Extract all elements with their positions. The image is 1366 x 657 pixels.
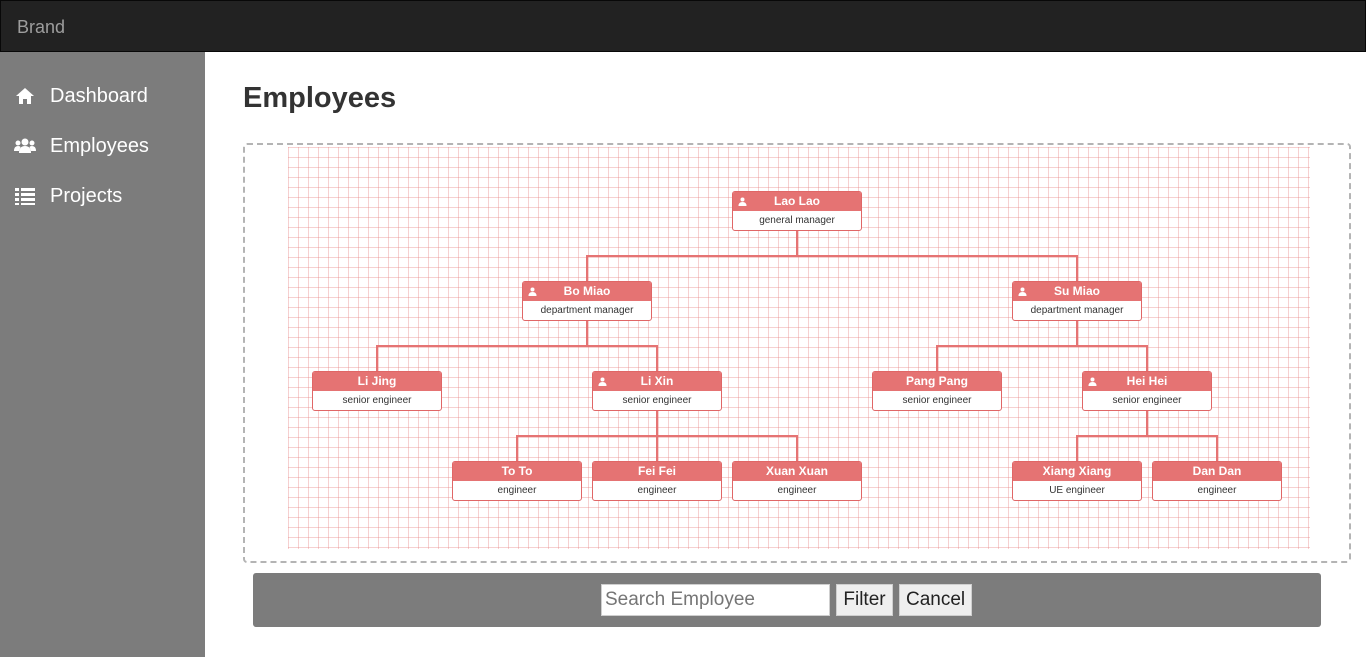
employee-name: Dan Dan — [1153, 462, 1281, 481]
filter-bar: Filter Cancel — [253, 573, 1321, 627]
employee-name: Li Xin — [593, 372, 721, 391]
employee-name: Li Jing — [313, 372, 441, 391]
home-icon — [16, 88, 34, 104]
employee-role: department manager — [1030, 305, 1124, 316]
employee-name: Hei Hei — [1083, 372, 1211, 391]
employee-role: senior engineer — [1112, 395, 1182, 406]
employee-name: Pang Pang — [873, 372, 1001, 391]
employee-role: engineer — [1197, 485, 1237, 496]
employee-node-to[interactable]: To To engineer — [452, 461, 582, 501]
person-icon — [1088, 377, 1097, 386]
employee-node-lao[interactable]: Lao Lao general manager — [732, 191, 862, 231]
page-title: Employees — [243, 82, 397, 114]
employee-name: Lao Lao — [733, 192, 861, 211]
employee-node-xiang[interactable]: Xiang Xiang UE engineer — [1012, 461, 1142, 501]
employee-name: Xiang Xiang — [1013, 462, 1141, 481]
employee-node-su[interactable]: Su Miao department manager — [1012, 281, 1142, 321]
employee-role: senior engineer — [342, 395, 412, 406]
top-navbar: Brand — [0, 0, 1366, 52]
person-icon — [1018, 287, 1027, 296]
employee-role: general manager — [759, 215, 835, 226]
employee-role: engineer — [777, 485, 817, 496]
person-icon — [598, 377, 607, 386]
person-icon — [738, 197, 747, 206]
person-icon — [528, 287, 537, 296]
employee-node-lij[interactable]: Li Jing senior engineer — [312, 371, 442, 411]
edge-bo-lix — [586, 321, 658, 371]
employee-name: Bo Miao — [523, 282, 651, 301]
users-icon — [14, 138, 36, 153]
employee-node-xuan[interactable]: Xuan Xuan engineer — [732, 461, 862, 501]
employee-node-fei[interactable]: Fei Fei engineer — [592, 461, 722, 501]
employee-node-lix[interactable]: Li Xin senior engineer — [592, 371, 722, 411]
org-chart-container: Lao Lao general manager Bo Miao department … — [243, 143, 1351, 563]
edge-lao-bo — [586, 231, 798, 281]
sidebar-item-projects[interactable]: Projects — [0, 176, 205, 216]
employee-role: engineer — [637, 485, 677, 496]
list-icon — [15, 188, 35, 205]
employee-name: To To — [453, 462, 581, 481]
edge-lao-su — [796, 231, 1078, 281]
edge-su-hei — [1076, 321, 1148, 371]
employee-node-pang[interactable]: Pang Pang senior engineer — [872, 371, 1002, 411]
edge-bo-lij — [376, 321, 588, 371]
employee-role: UE engineer — [1049, 485, 1105, 496]
employee-role: engineer — [497, 485, 537, 496]
employee-name: Fei Fei — [593, 462, 721, 481]
edge-su-pang — [936, 321, 1078, 371]
employee-name: Xuan Xuan — [733, 462, 861, 481]
edge-lix-to — [516, 411, 658, 461]
sidebar-item-employees[interactable]: Employees — [0, 126, 205, 166]
sidebar-item-dashboard[interactable]: Dashboard — [0, 76, 205, 116]
sidebar-item-label: Dashboard — [50, 85, 148, 107]
employee-node-dan[interactable]: Dan Dan engineer — [1152, 461, 1282, 501]
search-employee-input[interactable] — [601, 584, 830, 616]
edge-hei-xiang — [1076, 411, 1148, 461]
employee-role: senior engineer — [902, 395, 972, 406]
edge-lix-xuan — [656, 411, 798, 461]
employee-name: Su Miao — [1013, 282, 1141, 301]
sidebar-item-label: Projects — [50, 185, 123, 207]
cancel-button[interactable]: Cancel — [899, 584, 972, 616]
employee-node-bo[interactable]: Bo Miao department manager — [522, 281, 652, 321]
employee-role: senior engineer — [622, 395, 692, 406]
filter-button[interactable]: Filter — [836, 584, 893, 616]
edge-hei-dan — [1146, 411, 1218, 461]
sidebar: Dashboard Employees Projects — [0, 52, 205, 657]
brand-link[interactable]: Brand — [17, 17, 65, 37]
sidebar-item-label: Employees — [50, 135, 149, 157]
employee-role: department manager — [540, 305, 634, 316]
employee-node-hei[interactable]: Hei Hei senior engineer — [1082, 371, 1212, 411]
